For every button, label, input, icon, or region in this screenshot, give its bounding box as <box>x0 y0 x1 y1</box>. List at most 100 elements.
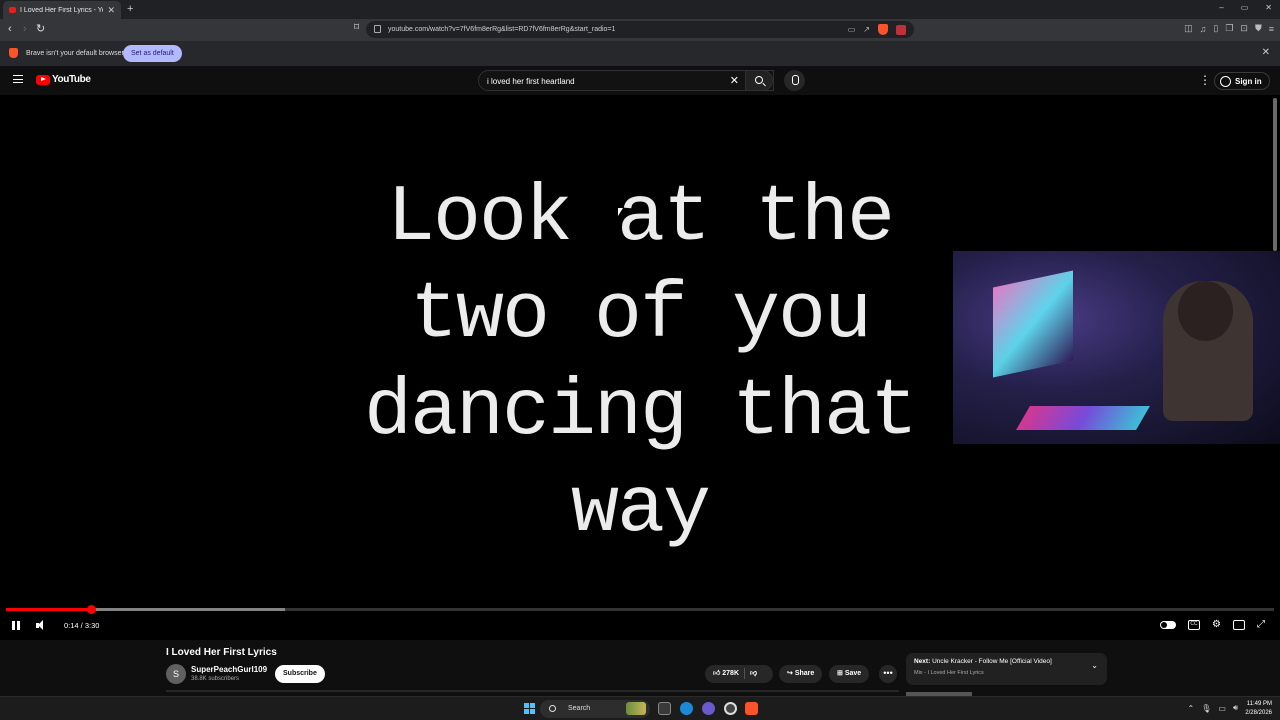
media-icon[interactable]: ♫ <box>1200 24 1207 34</box>
share-icon: ↪ <box>787 670 795 677</box>
volume-icon[interactable] <box>36 620 48 631</box>
video-player[interactable]: Look at the two of you dancing that way … <box>0 95 1280 640</box>
infobar-message: Brave isn't your default browser <box>26 50 124 57</box>
video-details: I Loved Her First Lyrics S SuperPeachGur… <box>0 640 1280 696</box>
clock-date: 2/28/2026 <box>1245 710 1272 716</box>
task-view-icon[interactable] <box>658 702 671 715</box>
lyric-line: way <box>570 464 711 555</box>
player-right-controls: CC ⚙ ⤢ <box>1160 619 1265 630</box>
browser-tab-bar: I Loved Her First Lyrics - YouT ✕ + – ▭ … <box>0 0 1280 19</box>
autoplay-toggle[interactable] <box>1160 621 1177 629</box>
like-button[interactable]: 👍︎ 278K <box>713 670 739 677</box>
webcam-overlay <box>953 251 1280 444</box>
sign-in-button[interactable]: Sign in <box>1214 72 1270 90</box>
search-button[interactable] <box>745 70 773 91</box>
set-as-default-button[interactable]: Set as default <box>123 45 182 62</box>
address-bar[interactable]: youtube.com/watch?v=7fV6fm8erRg&list=RD7… <box>366 21 914 38</box>
brave-lion-icon <box>9 48 18 58</box>
vpn-icon[interactable]: ⛊ <box>1255 23 1262 34</box>
fullscreen-icon[interactable]: ⤢ <box>1257 619 1265 630</box>
dislike-button[interactable]: 👎︎ <box>750 670 757 677</box>
up-next-video: Uncle Kracker - Follow Me [Official Vide… <box>932 658 1052 665</box>
lyrics-text: Look at the two of you dancing that way <box>340 170 940 558</box>
browser-extension-icons: ◫ ♫ ▯ ❐ ⊡ ⛊ ≡ <box>1184 23 1274 34</box>
player-controls: 0:14 / 3:30 CC ⚙ ⤢ <box>0 615 1280 637</box>
close-window-button[interactable]: ✕ <box>1265 3 1272 12</box>
wallet-icon[interactable]: ◫ <box>1184 23 1193 34</box>
reload-icon[interactable]: ↻ <box>36 22 45 35</box>
chevron-up-icon[interactable]: ⌃ <box>1188 704 1195 713</box>
tab-groups-icon[interactable]: ❐ <box>1225 23 1233 34</box>
sidebar-icon[interactable]: ▯ <box>1213 23 1218 34</box>
captions-button[interactable]: CC <box>1188 619 1201 630</box>
clock-time: 11:49 PM <box>1246 701 1272 707</box>
brave-shields-icon[interactable] <box>878 24 888 35</box>
video-title: I Loved Her First Lyrics <box>166 647 277 658</box>
share-button[interactable]: ↪ Share <box>779 665 823 683</box>
volume-tray-icon[interactable]: 🔊︎ <box>1233 703 1238 713</box>
default-browser-infobar: Brave isn't your default browser Set as … <box>0 41 1280 66</box>
up-next-prefix: Next: <box>914 658 931 665</box>
edge-browser-icon[interactable] <box>680 702 693 715</box>
discord-icon[interactable] <box>702 702 715 715</box>
site-info-icon[interactable] <box>374 25 381 33</box>
account-icon <box>1220 75 1231 87</box>
youtube-logo[interactable]: YouTube <box>36 74 91 85</box>
tab-title: I Loved Her First Lyrics - YouT <box>20 6 103 14</box>
thumbs-up-icon: 👍︎ <box>713 670 723 677</box>
subscriber-count: 38.8K subscribers <box>191 676 240 682</box>
save-button[interactable]: ⊞ Save <box>829 665 870 683</box>
window-controls: – ▭ ✕ <box>1219 3 1272 12</box>
voice-search-icon[interactable] <box>784 70 805 91</box>
scrubber-handle[interactable] <box>86 605 96 614</box>
search-box[interactable]: i loved her first heartland ✕ <box>478 70 774 91</box>
lyric-line: dancing that <box>363 367 918 458</box>
youtube-play-icon <box>36 74 50 85</box>
taskbar-clock[interactable]: 11:49 PM 2/28/2026 <box>1245 700 1272 718</box>
subscribe-button[interactable]: Subscribe <box>275 665 325 683</box>
channel-avatar[interactable]: S <box>166 664 186 684</box>
taskbar-search-label: Search <box>568 705 591 712</box>
share-page-icon[interactable]: ↗ <box>863 25 870 34</box>
minimize-button[interactable]: – <box>1219 3 1223 12</box>
search-input[interactable]: i loved her first heartland <box>487 77 575 86</box>
infobar-close-icon[interactable]: ✕ <box>1262 47 1270 58</box>
obs-icon[interactable] <box>724 702 737 715</box>
widgets-icon[interactable] <box>626 702 646 715</box>
extensions-icon[interactable]: ⊡ <box>1240 23 1248 34</box>
brave-rewards-icon[interactable] <box>896 24 906 35</box>
bookmark-icon[interactable]: ⌑ <box>354 22 359 33</box>
more-actions-button[interactable]: ••• <box>879 665 897 683</box>
description-edge <box>166 690 899 692</box>
channel-name[interactable]: SuperPeachGurl109 <box>191 665 267 674</box>
clear-search-icon[interactable]: ✕ <box>730 74 739 87</box>
forward-arrow-icon[interactable]: › <box>23 23 27 35</box>
settings-gear-icon[interactable]: ⚙ <box>1212 619 1221 630</box>
network-icon[interactable]: ▭ <box>1218 704 1226 713</box>
rgb-keyboard <box>1016 406 1150 430</box>
browser-tab[interactable]: I Loved Her First Lyrics - YouT ✕ <box>3 1 121 19</box>
share-label: Share <box>794 670 815 677</box>
maximize-button[interactable]: ▭ <box>1241 3 1249 12</box>
up-next-card[interactable]: Next: Uncle Kracker - Follow Me [Officia… <box>906 653 1107 685</box>
lyric-line: two of you <box>409 270 872 361</box>
hamburger-menu-icon[interactable] <box>13 75 23 83</box>
youtube-favicon-icon <box>9 7 16 13</box>
youtube-header: YouTube i loved her first heartland ✕ ⋮ <box>0 66 1280 95</box>
progress-bar[interactable] <box>6 605 1274 614</box>
rgb-pc-case <box>993 270 1073 378</box>
brave-taskbar-icon[interactable] <box>745 702 758 715</box>
tab-close-icon[interactable]: ✕ <box>107 5 115 16</box>
new-tab-button[interactable]: + <box>127 3 133 15</box>
back-arrow-icon[interactable]: ‹ <box>8 23 12 35</box>
theater-mode-icon[interactable] <box>1233 619 1245 630</box>
windows-start-icon[interactable] <box>524 703 535 714</box>
settings-menu-icon[interactable]: ⋮ <box>1199 74 1211 86</box>
chevron-down-icon[interactable]: ⌄ <box>1091 661 1098 670</box>
browser-menu-icon[interactable]: ≡ <box>1269 24 1274 34</box>
page-scrollbar[interactable] <box>1273 98 1277 251</box>
microphone-icon[interactable]: 🎙︎ <box>1201 704 1211 713</box>
pause-button[interactable] <box>12 621 20 630</box>
streamer-head <box>1178 281 1233 341</box>
screen-cast-icon[interactable]: ▭ <box>848 25 856 34</box>
